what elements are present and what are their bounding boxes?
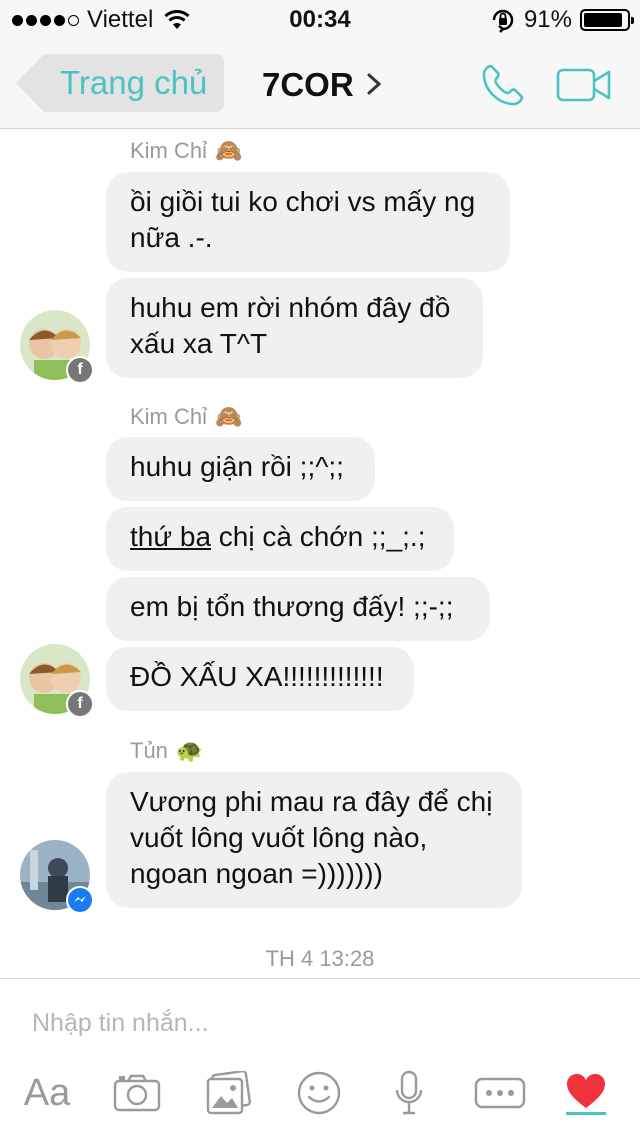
message-bubble[interactable]: huhu em rời nhóm đây đồ xấu xa T^T (106, 278, 483, 378)
camera-icon[interactable] (112, 1067, 162, 1119)
message-text: ồi giồi tui ko chơi vs mấy ng (130, 186, 476, 217)
message-list[interactable]: Kim Chỉ 🙈 ồi giồi tui ko chơi vs mấy ng … (0, 130, 640, 978)
sender-label: Kim Chỉ (130, 138, 208, 163)
message-text: xấu xa T^T (130, 328, 268, 359)
message-text: huhu giận rồi ;;^;; (130, 451, 344, 482)
sender-name: Kim Chỉ 🙈 (130, 138, 242, 164)
message-bubble[interactable]: ĐỒ XẤU XA!!!!!!!!!!!!! (106, 647, 414, 711)
message-bubble[interactable]: Vương phi mau ra đây để chị vuốt lông vu… (106, 772, 522, 908)
conversation-title[interactable]: 7COR (262, 40, 354, 129)
sender-label: Tủn (130, 738, 168, 763)
avatar[interactable] (20, 840, 94, 914)
message-timestamp: TH 4 13:28 (265, 946, 375, 971)
message-text: huhu em rời nhóm đây đồ (130, 292, 451, 323)
sender-name: Tủn 🐢 (130, 738, 203, 764)
message-bubble[interactable]: ồi giồi tui ko chơi vs mấy ng nữa .-. (106, 172, 510, 272)
battery-percent: 91% (523, 6, 572, 33)
facebook-badge-icon: f (66, 690, 94, 718)
message-text: nữa .-. (130, 222, 213, 253)
facebook-badge-icon: f (66, 356, 94, 384)
avatar[interactable]: f (20, 310, 94, 384)
emoji-icon[interactable] (296, 1067, 342, 1119)
message-input[interactable] (32, 1003, 612, 1043)
message-bubble[interactable]: em bị tổn thương đấy! ;;-;; (106, 577, 490, 641)
back-button[interactable]: Trang chủ (16, 54, 224, 112)
microphone-icon[interactable] (394, 1067, 424, 1119)
avatar[interactable]: f (20, 644, 94, 718)
status-bar: Viettel 00:34 91% (0, 0, 640, 40)
composer: Aa (0, 978, 640, 1136)
message-text-rest: chị cà chớn ;;_;.; (211, 521, 426, 552)
sender-name: Kim Chỉ 🙈 (130, 404, 242, 430)
date-link[interactable]: thứ ba (130, 521, 211, 552)
sender-label: Kim Chỉ (130, 404, 208, 429)
text-format-icon[interactable]: Aa (20, 1067, 74, 1119)
phone-call-icon[interactable] (480, 62, 526, 108)
nav-bar: Trang chủ 7COR (0, 40, 640, 129)
monkey-emoji-icon: 🙈 (215, 138, 243, 163)
orientation-lock-icon (492, 9, 514, 33)
message-text: ngoan ngoan =))))))) (130, 858, 383, 889)
message-bubble[interactable]: huhu giận rồi ;;^;; (106, 437, 375, 501)
chevron-right-icon[interactable] (362, 70, 386, 98)
composer-toolbar: Aa (0, 1067, 640, 1119)
status-right: 91% (490, 6, 634, 34)
messenger-badge-icon (66, 886, 94, 914)
message-bubble[interactable]: thứ ba chị cà chớn ;;_;.; (106, 507, 454, 571)
message-text: em bị tổn thương đấy! ;;-;; (130, 591, 454, 622)
monkey-emoji-icon: 🙈 (215, 404, 243, 429)
message-text: Vương phi mau ra đây để chị (130, 786, 493, 817)
turtle-emoji-icon: 🐢 (175, 738, 204, 763)
heart-icon[interactable] (564, 1067, 608, 1119)
more-icon[interactable] (474, 1067, 526, 1119)
gallery-icon[interactable] (204, 1067, 252, 1119)
message-text: vuốt lông vuốt lông nào, (130, 822, 428, 853)
message-text: thứ ba chị cà chớn ;;_;.; (130, 519, 430, 555)
message-text: ĐỒ XẤU XA!!!!!!!!!!!!! (130, 661, 384, 692)
back-label: Trang chủ (60, 64, 208, 101)
battery-icon (580, 9, 634, 31)
video-call-icon[interactable] (556, 68, 612, 102)
